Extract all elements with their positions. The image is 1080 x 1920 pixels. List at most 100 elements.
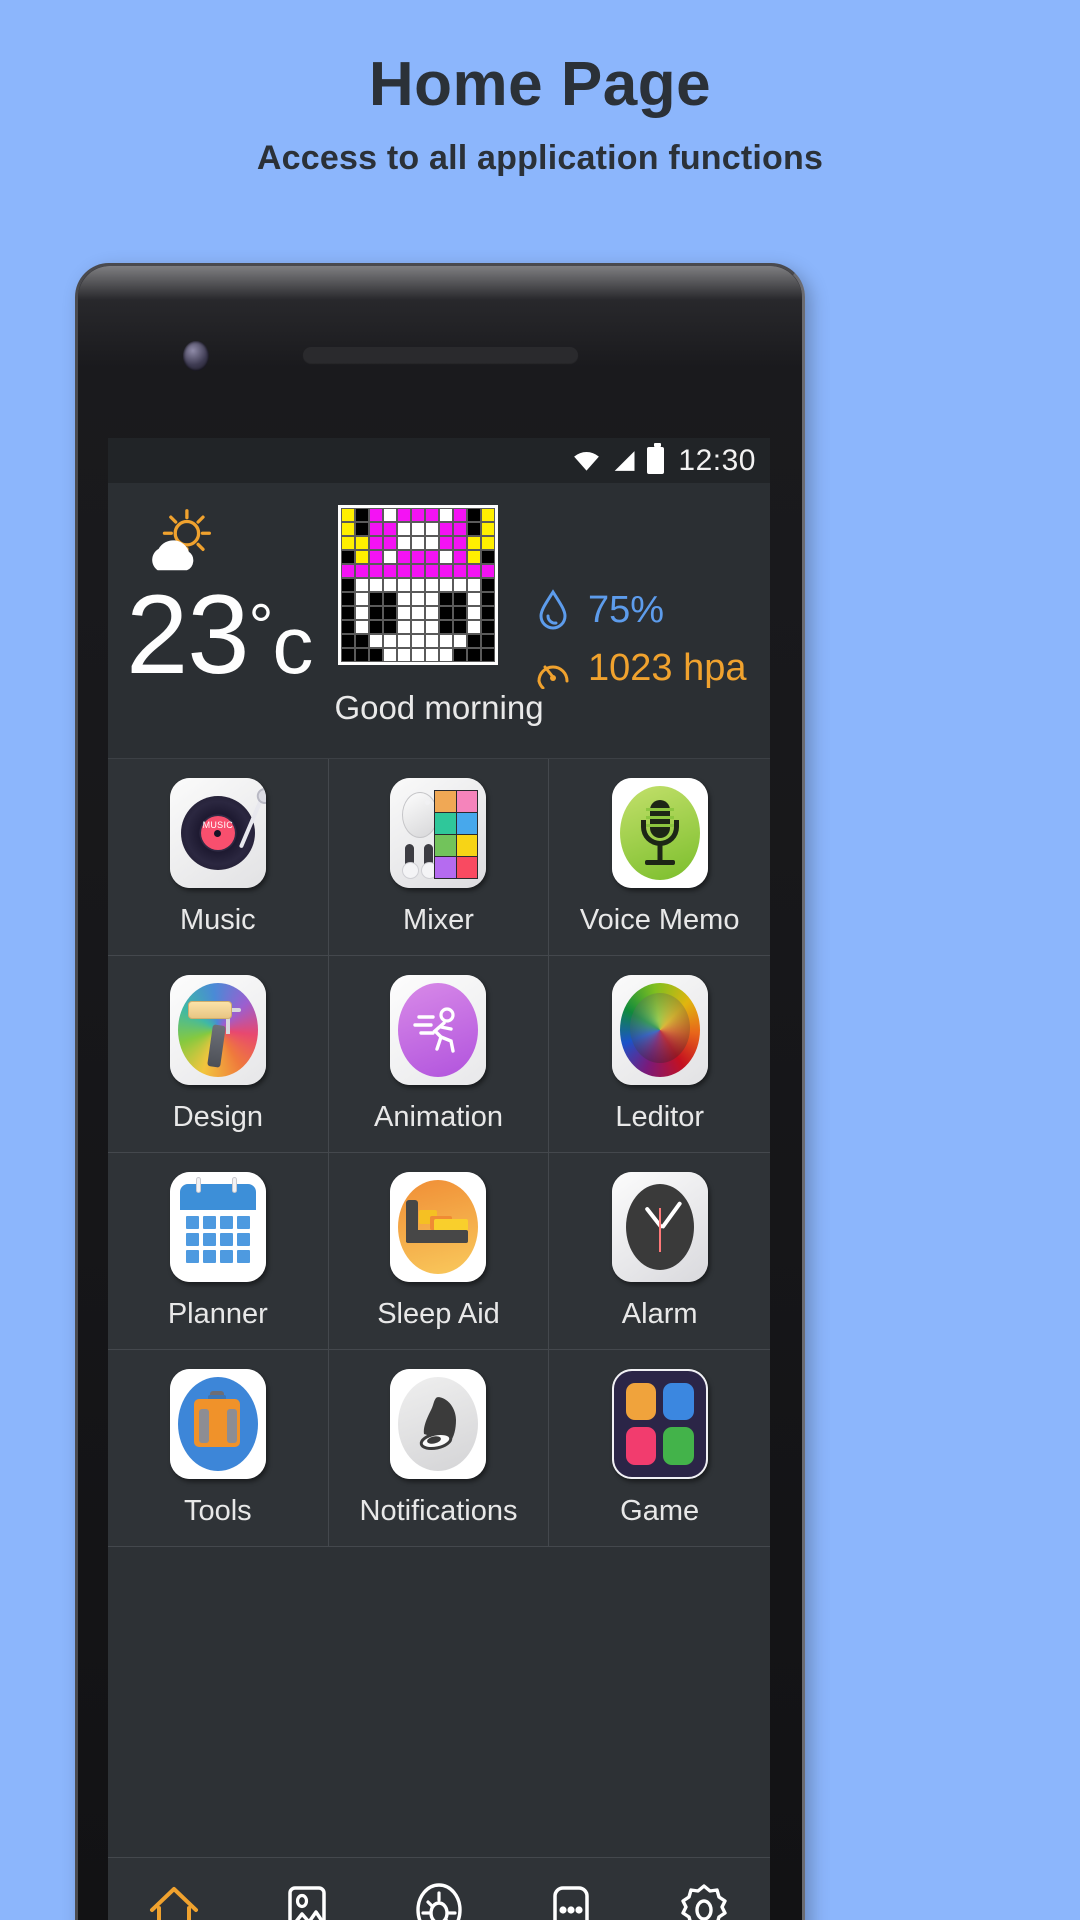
pixel-cell xyxy=(411,564,425,578)
earpiece-speaker xyxy=(303,347,578,363)
pixel-cell xyxy=(369,564,383,578)
humidity-value: 75% xyxy=(588,588,665,631)
pixel-cell xyxy=(481,508,495,522)
pixel-cell xyxy=(411,522,425,536)
pixel-cell xyxy=(453,508,467,522)
pixel-cell xyxy=(453,592,467,606)
app-tile-game[interactable]: Game xyxy=(549,1350,770,1547)
app-tile-notifications[interactable]: Notifications xyxy=(328,1350,550,1547)
app-tile-tools[interactable]: Tools xyxy=(108,1350,329,1547)
nav-more[interactable] xyxy=(525,1867,617,1920)
app-tile-leditor[interactable]: Leditor xyxy=(549,956,770,1153)
nav-brightness[interactable] xyxy=(393,1867,485,1920)
pixel-cell xyxy=(425,550,439,564)
pixel-cell xyxy=(439,606,453,620)
pixel-cell xyxy=(439,564,453,578)
wifi-icon xyxy=(574,452,600,471)
nav-gallery[interactable] xyxy=(261,1867,353,1920)
pixel-cell xyxy=(467,592,481,606)
pixel-cell xyxy=(439,648,453,662)
pixel-art-wrapper[interactable] xyxy=(338,505,498,665)
pixel-cell xyxy=(425,634,439,648)
turntable-icon: MUSIC xyxy=(169,777,266,888)
weather-widget[interactable]: 23°c Good morning 75% 1023 hpa xyxy=(108,483,770,759)
pixel-cell xyxy=(425,536,439,550)
pixel-cell xyxy=(369,522,383,536)
pixel-cell xyxy=(397,508,411,522)
pixel-cell xyxy=(481,522,495,536)
app-tile-sleep-aid[interactable]: Sleep Aid xyxy=(328,1153,550,1350)
app-label: Alarm xyxy=(621,1297,698,1330)
pixel-cell xyxy=(369,508,383,522)
pixel-cell xyxy=(341,606,355,620)
volume-button[interactable] xyxy=(804,651,805,761)
pixel-cell xyxy=(397,592,411,606)
nav-settings[interactable] xyxy=(658,1867,750,1920)
gauge-icon xyxy=(537,665,569,689)
app-tile-planner[interactable]: Planner xyxy=(108,1153,329,1350)
pixel-cell xyxy=(383,606,397,620)
app-tile-mixer[interactable]: Mixer xyxy=(328,759,550,956)
nav-home[interactable] xyxy=(128,1867,220,1920)
pixel-cell xyxy=(453,620,467,634)
pixel-cell xyxy=(481,606,495,620)
pixel-cell xyxy=(383,508,397,522)
page-title: Home Page xyxy=(368,50,712,119)
temperature-unit: c xyxy=(272,600,313,691)
pixel-cell xyxy=(467,536,481,550)
pixel-cell xyxy=(425,620,439,634)
app-tile-music[interactable]: MUSIC Music xyxy=(108,759,329,956)
app-tile-voice-memo[interactable]: Voice Memo xyxy=(549,759,770,956)
phone-device-frame: 12:30 23°c Good morning 75% 1023 hpa MUS… xyxy=(75,263,805,1920)
app-tile-design[interactable]: Design xyxy=(108,956,329,1153)
pixel-cell xyxy=(411,634,425,648)
mini-icon-arrow xyxy=(625,1427,657,1465)
pixel-cell xyxy=(425,564,439,578)
app-label: Mixer xyxy=(403,903,474,936)
running-figure-icon xyxy=(390,974,487,1085)
bell-icon xyxy=(390,1368,487,1479)
pixel-cell xyxy=(439,522,453,536)
pixel-cell xyxy=(411,550,425,564)
pixel-cell xyxy=(425,606,439,620)
bell-glyph xyxy=(420,1396,457,1450)
pixel-cell xyxy=(369,620,383,634)
pixel-cell xyxy=(341,550,355,564)
runner-glyph xyxy=(413,1006,456,1053)
pixel-cell xyxy=(453,578,467,592)
app-label: Music xyxy=(179,903,256,936)
pixel-cell xyxy=(397,578,411,592)
app-label: Design xyxy=(172,1100,263,1133)
page-header: Home Page Access to all application func… xyxy=(0,0,1080,178)
home-icon xyxy=(150,1887,199,1920)
page-subtitle: Access to all application functions xyxy=(256,139,824,178)
mixer-icon xyxy=(390,777,487,888)
pixel-cell xyxy=(383,620,397,634)
app-label: Leditor xyxy=(615,1100,704,1133)
microphone-icon xyxy=(611,777,708,888)
pixel-cell xyxy=(341,508,355,522)
gallery-icon xyxy=(287,1886,326,1920)
pixel-cell xyxy=(383,648,397,662)
power-button[interactable] xyxy=(804,886,805,1096)
bed-icon xyxy=(390,1171,487,1282)
app-label: Planner xyxy=(167,1297,268,1330)
pixel-cell xyxy=(439,550,453,564)
app-label: Sleep Aid xyxy=(377,1297,500,1330)
pixel-cell xyxy=(355,648,369,662)
pixel-cell xyxy=(369,606,383,620)
pixel-cell xyxy=(355,606,369,620)
pressure-row: 1023 hpa xyxy=(536,639,756,697)
backpack-icon xyxy=(169,1368,266,1479)
pixel-cell xyxy=(481,620,495,634)
pixel-cell xyxy=(369,634,383,648)
water-drop-icon xyxy=(539,589,567,630)
pixel-cell xyxy=(341,634,355,648)
battery-icon xyxy=(647,443,665,474)
pixel-cell xyxy=(467,648,481,662)
pixel-cell xyxy=(355,634,369,648)
app-tile-animation[interactable]: Animation xyxy=(328,956,550,1153)
pixel-cell xyxy=(355,550,369,564)
app-tile-alarm[interactable]: Alarm xyxy=(549,1153,770,1350)
status-bar: 12:30 xyxy=(108,438,770,483)
